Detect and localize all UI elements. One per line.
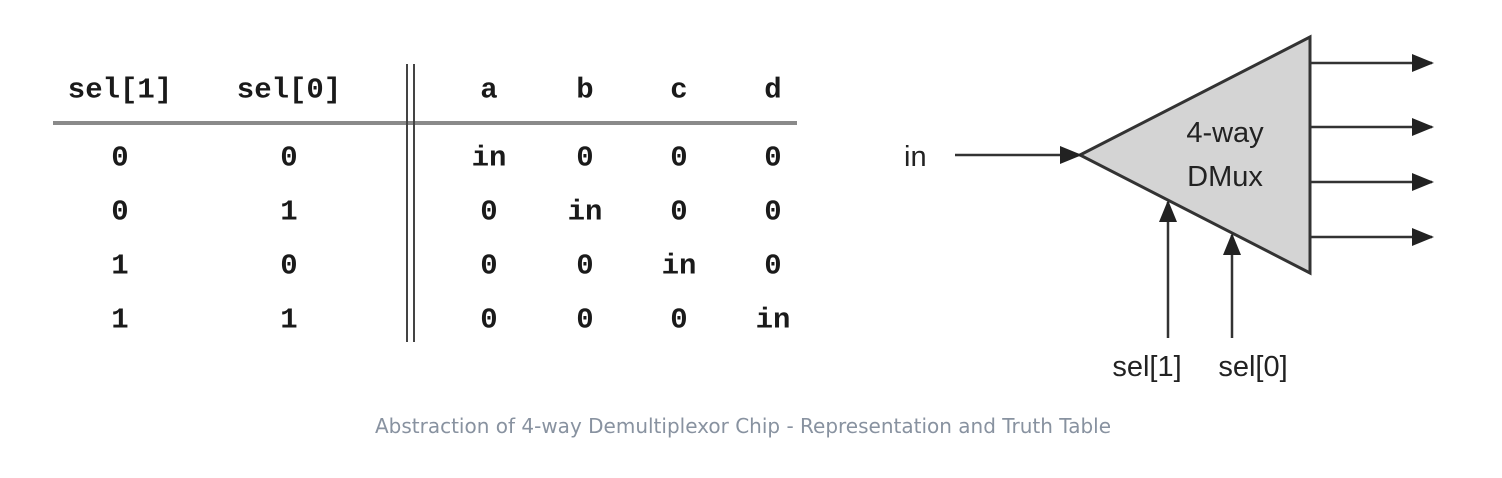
figure-caption: Abstraction of 4-way Demultiplexor Chip … <box>374 414 1112 438</box>
chip-name-line1: 4-way <box>1186 117 1264 149</box>
dmux-triangle <box>1076 34 1312 276</box>
sel0-label: sel[0] <box>1218 351 1287 383</box>
chip-name-line2: DMux <box>1187 161 1263 193</box>
input-label: in <box>904 141 927 173</box>
dmux-chip-diagram: in 4-way DMux sel[1] sel[0] <box>904 34 1434 383</box>
sel1-label: sel[1] <box>1112 351 1181 383</box>
